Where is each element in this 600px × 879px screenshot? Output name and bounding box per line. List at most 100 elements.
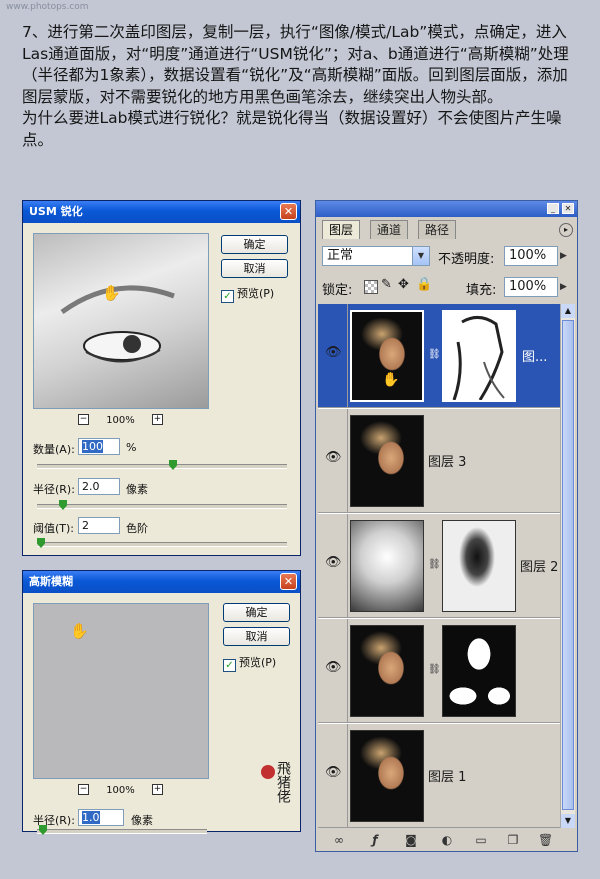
usm-threshold-slider[interactable] bbox=[37, 538, 287, 548]
usm-radius-unit: 像素 bbox=[126, 483, 148, 496]
layer-row[interactable]: 👁 图层 1 bbox=[318, 724, 562, 828]
lock-paint-icon[interactable]: ✎ bbox=[381, 277, 392, 292]
gauss-cancel-button[interactable]: 取消 bbox=[223, 627, 290, 646]
usm-ok-button[interactable]: 确定 bbox=[221, 235, 288, 254]
mask-thumbnail[interactable] bbox=[442, 520, 516, 612]
layer-thumbnail bbox=[350, 415, 424, 507]
gauss-radius-slider[interactable] bbox=[37, 825, 207, 835]
eye-illustration bbox=[60, 285, 175, 363]
gauss-radius-input[interactable]: 1.0 bbox=[78, 809, 124, 826]
usm-preview-checkbox[interactable]: ✓ 预览(P) bbox=[221, 287, 274, 303]
mask-thumbnail[interactable] bbox=[442, 625, 516, 717]
gauss-radius-unit: 像素 bbox=[131, 814, 153, 827]
usm-radius-input[interactable]: 2.0 bbox=[78, 478, 120, 495]
link-icon[interactable]: ⛓ bbox=[428, 348, 441, 362]
scroll-down-icon[interactable]: ▼ bbox=[561, 814, 575, 828]
usm-threshold-label: 阈值(T): bbox=[33, 522, 75, 535]
watermark: www.photops.com bbox=[6, 2, 89, 12]
visibility-column[interactable]: 👁 bbox=[318, 514, 348, 617]
fill-label: 填充: bbox=[466, 283, 497, 298]
eye-icon[interactable]: 👁 bbox=[325, 766, 342, 780]
opacity-label: 不透明度: bbox=[438, 252, 495, 267]
gaussian-blur-dialog: 高斯模糊 ✕ ✋ 确定 取消 ✓ 预览(P) − 100% + 半径(R): 1.… bbox=[22, 570, 301, 835]
usm-amount-slider[interactable] bbox=[37, 460, 287, 470]
eye-icon[interactable]: 👁 bbox=[325, 346, 342, 360]
layer-thumbnail: ✋ bbox=[350, 310, 424, 402]
zoom-in-icon[interactable]: + bbox=[151, 414, 163, 425]
lock-move-icon[interactable]: ✥ bbox=[398, 277, 409, 292]
signature-seal: 飛猪佬 bbox=[261, 761, 291, 831]
checkmark-icon: ✓ bbox=[221, 290, 234, 303]
close-icon[interactable]: ✕ bbox=[280, 203, 297, 220]
layer-thumbnail bbox=[350, 520, 424, 612]
mask-thumbnail[interactable] bbox=[442, 310, 516, 402]
close-icon[interactable]: ✕ bbox=[562, 203, 574, 214]
eye-icon[interactable]: 👁 bbox=[325, 451, 342, 465]
layer-name: 图层 3 bbox=[428, 455, 467, 470]
usm-threshold-slider-thumb[interactable] bbox=[37, 538, 45, 548]
mask-sketch bbox=[452, 316, 505, 400]
gauss-dialog-titlebar[interactable]: 高斯模糊 ✕ bbox=[23, 571, 300, 593]
usm-zoom-value: 100% bbox=[106, 414, 135, 426]
new-group-icon[interactable]: ▭ bbox=[474, 833, 488, 847]
opacity-input[interactable]: 100% bbox=[504, 246, 558, 266]
gauss-zoom-control: − 100% + bbox=[78, 784, 163, 796]
blend-mode-select[interactable]: 正常 ▼ bbox=[322, 246, 430, 266]
layers-scrollbar[interactable]: ▲ ▼ bbox=[560, 304, 575, 828]
layer-style-icon[interactable]: ƒ bbox=[368, 833, 382, 847]
zoom-out-icon[interactable]: − bbox=[78, 414, 89, 425]
layer-row[interactable]: 👁 ✋ ⛓ 图... bbox=[318, 304, 562, 408]
close-icon[interactable]: ✕ bbox=[280, 573, 297, 590]
scrollbar-thumb[interactable] bbox=[562, 320, 574, 810]
gauss-preview-image[interactable]: ✋ bbox=[33, 603, 209, 779]
layer-row[interactable]: 👁 ⛓ bbox=[318, 619, 562, 723]
layer-row[interactable]: 👁 ⛓ 图层 2 bbox=[318, 514, 562, 618]
zoom-out-icon[interactable]: − bbox=[78, 784, 89, 795]
layer-row[interactable]: 👁 图层 3 bbox=[318, 409, 562, 513]
panel-menu-icon[interactable]: ▸ bbox=[559, 223, 573, 237]
link-layers-icon[interactable]: ∞ bbox=[332, 833, 346, 847]
lock-all-icon[interactable]: 🔒 bbox=[416, 277, 432, 292]
tab-layers[interactable]: 图层 bbox=[322, 220, 361, 239]
gauss-preview-checkbox[interactable]: ✓ 预览(P) bbox=[223, 656, 276, 672]
link-icon[interactable]: ⛓ bbox=[428, 558, 441, 572]
add-mask-icon[interactable]: ◙ bbox=[404, 833, 418, 847]
usm-amount-slider-thumb[interactable] bbox=[169, 460, 177, 470]
fill-arrow-icon[interactable]: ▶ bbox=[560, 277, 570, 297]
opacity-arrow-icon[interactable]: ▶ bbox=[560, 246, 570, 266]
layers-panel-titlebar[interactable]: _ ✕ bbox=[316, 201, 577, 217]
layers-bottom-toolbar: ∞ ƒ ◙ ◐ ▭ ❐ 🗑 bbox=[318, 830, 575, 850]
gauss-ok-button[interactable]: 确定 bbox=[223, 603, 290, 622]
visibility-column[interactable]: 👁 bbox=[318, 619, 348, 722]
visibility-column[interactable]: 👁 bbox=[318, 304, 348, 407]
scroll-up-icon[interactable]: ▲ bbox=[561, 304, 575, 318]
chevron-down-icon[interactable]: ▼ bbox=[412, 247, 429, 265]
usm-radius-slider[interactable] bbox=[37, 500, 287, 510]
layer-thumbnail bbox=[350, 625, 424, 717]
blend-mode-value: 正常 bbox=[327, 248, 354, 263]
adjustment-layer-icon[interactable]: ◐ bbox=[440, 833, 454, 847]
new-layer-icon[interactable]: ❐ bbox=[506, 833, 520, 847]
usm-threshold-input[interactable]: 2 bbox=[78, 517, 120, 534]
fill-input[interactable]: 100% bbox=[504, 277, 558, 297]
usm-radius-slider-thumb[interactable] bbox=[59, 500, 67, 510]
trash-icon[interactable]: 🗑 bbox=[538, 833, 553, 847]
gauss-radius-slider-thumb[interactable] bbox=[39, 825, 47, 835]
visibility-column[interactable]: 👁 bbox=[318, 724, 348, 827]
usm-preview-image[interactable]: ✋ bbox=[33, 233, 209, 409]
usm-amount-input[interactable]: 100 bbox=[78, 438, 120, 455]
link-icon[interactable]: ⛓ bbox=[428, 663, 441, 677]
layer-name: 图层 1 bbox=[428, 770, 467, 785]
lock-transparent-icon[interactable] bbox=[364, 280, 378, 294]
usm-cancel-button[interactable]: 取消 bbox=[221, 259, 288, 278]
usm-amount-unit: % bbox=[126, 441, 137, 454]
eye-icon[interactable]: 👁 bbox=[325, 556, 342, 570]
checkmark-icon: ✓ bbox=[223, 659, 236, 672]
eye-icon[interactable]: 👁 bbox=[325, 661, 342, 675]
minimize-icon[interactable]: _ bbox=[547, 203, 559, 214]
usm-dialog-titlebar[interactable]: USM 锐化 ✕ bbox=[23, 201, 300, 223]
tab-channels[interactable]: 通道 bbox=[370, 220, 409, 239]
tab-paths[interactable]: 路径 bbox=[418, 220, 457, 239]
visibility-column[interactable]: 👁 bbox=[318, 409, 348, 512]
zoom-in-icon[interactable]: + bbox=[151, 784, 163, 795]
